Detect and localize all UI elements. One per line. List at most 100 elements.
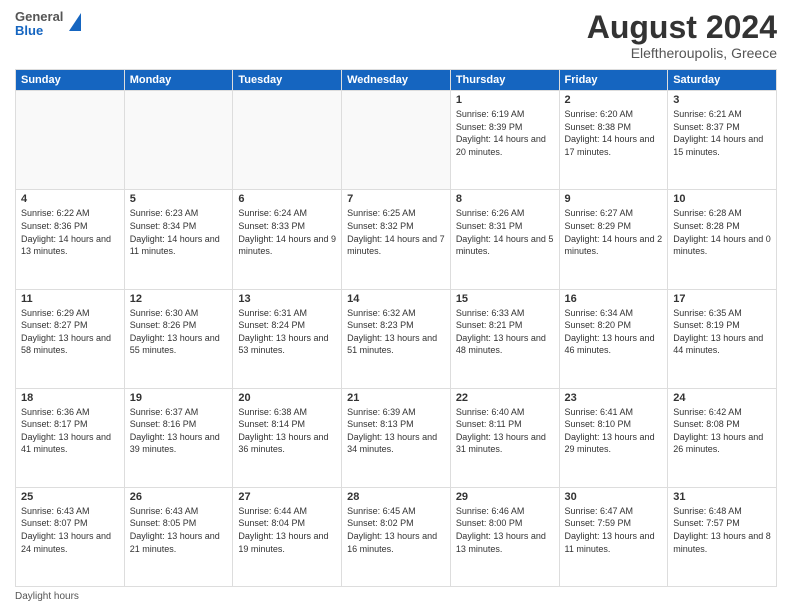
day-number: 21 [347, 392, 445, 404]
day-info: Sunrise: 6:37 AM Sunset: 8:16 PM Dayligh… [130, 406, 228, 456]
day-info: Sunrise: 6:35 AM Sunset: 8:19 PM Dayligh… [673, 307, 771, 357]
weekday-header-wednesday: Wednesday [342, 70, 451, 91]
weekday-header-tuesday: Tuesday [233, 70, 342, 91]
calendar-cell: 15 Sunrise: 6:33 AM Sunset: 8:21 PM Dayli… [450, 289, 559, 388]
calendar-week-5: 25 Sunrise: 6:43 AM Sunset: 8:07 PM Dayli… [16, 487, 777, 586]
day-info: Sunrise: 6:31 AM Sunset: 8:24 PM Dayligh… [238, 307, 336, 357]
logo-triangle-icon [69, 13, 81, 31]
day-number: 7 [347, 193, 445, 205]
calendar-table: SundayMondayTuesdayWednesdayThursdayFrid… [15, 69, 777, 587]
calendar-cell: 29Sunrise: 6:46 AM Sunset: 8:00 PM Dayli… [450, 487, 559, 586]
calendar-cell: 8 Sunrise: 6:26 AM Sunset: 8:31 PM Daylig… [450, 190, 559, 289]
calendar-cell: 14 Sunrise: 6:32 AM Sunset: 8:23 PM Dayli… [342, 289, 451, 388]
day-info: Sunrise: 6:45 AM Sunset: 8:02 PM Dayligh… [347, 505, 445, 555]
calendar-cell: 3 Sunrise: 6:21 AM Sunset: 8:37 PM Daylig… [668, 91, 777, 190]
day-number: 20 [238, 392, 336, 404]
day-info: Sunrise: 6:38 AM Sunset: 8:14 PM Dayligh… [238, 406, 336, 456]
day-info: Sunrise: 6:33 AM Sunset: 8:21 PM Dayligh… [456, 307, 554, 357]
calendar-cell: 17Sunrise: 6:35 AM Sunset: 8:19 PM Dayli… [668, 289, 777, 388]
day-number: 27 [238, 491, 336, 503]
day-number: 15 [456, 293, 554, 305]
day-number: 10 [673, 193, 771, 205]
day-info: Sunrise: 6:34 AM Sunset: 8:20 PM Dayligh… [565, 307, 663, 357]
day-info: Sunrise: 6:23 AM Sunset: 8:34 PM Dayligh… [130, 207, 228, 257]
day-info: Sunrise: 6:25 AM Sunset: 8:32 PM Dayligh… [347, 207, 445, 257]
calendar-cell: 12Sunrise: 6:30 AM Sunset: 8:26 PM Dayli… [124, 289, 233, 388]
day-number: 25 [21, 491, 119, 503]
day-number: 26 [130, 491, 228, 503]
calendar-cell: 4Sunrise: 6:22 AM Sunset: 8:36 PM Daylig… [16, 190, 125, 289]
logo-text: General Blue [15, 10, 63, 39]
day-number: 2 [565, 94, 663, 106]
day-number: 23 [565, 392, 663, 404]
day-info: Sunrise: 6:42 AM Sunset: 8:08 PM Dayligh… [673, 406, 771, 456]
calendar-cell: 31 Sunrise: 6:48 AM Sunset: 7:57 PM Dayli… [668, 487, 777, 586]
day-info: Sunrise: 6:41 AM Sunset: 8:10 PM Dayligh… [565, 406, 663, 456]
calendar-cell: 20 Sunrise: 6:38 AM Sunset: 8:14 PM Dayli… [233, 388, 342, 487]
weekday-header-thursday: Thursday [450, 70, 559, 91]
calendar-title: August 2024 [587, 10, 777, 45]
day-number: 30 [565, 491, 663, 503]
day-number: 22 [456, 392, 554, 404]
day-number: 3 [673, 94, 771, 106]
calendar-cell: 7 Sunrise: 6:25 AM Sunset: 8:32 PM Daylig… [342, 190, 451, 289]
calendar-cell: 19 Sunrise: 6:37 AM Sunset: 8:16 PM Dayli… [124, 388, 233, 487]
day-number: 14 [347, 293, 445, 305]
calendar-cell: 1Sunrise: 6:19 AM Sunset: 8:39 PM Daylig… [450, 91, 559, 190]
day-info: Sunrise: 6:30 AM Sunset: 8:26 PM Dayligh… [130, 307, 228, 357]
day-number: 11 [21, 293, 119, 305]
day-number: 28 [347, 491, 445, 503]
day-info: Sunrise: 6:36 AM Sunset: 8:17 PM Dayligh… [21, 406, 119, 456]
calendar-cell: 25 Sunrise: 6:43 AM Sunset: 8:07 PM Dayli… [16, 487, 125, 586]
calendar-week-2: 4Sunrise: 6:22 AM Sunset: 8:36 PM Daylig… [16, 190, 777, 289]
calendar-cell: 21 Sunrise: 6:39 AM Sunset: 8:13 PM Dayli… [342, 388, 451, 487]
day-number: 4 [21, 193, 119, 205]
day-info: Sunrise: 6:48 AM Sunset: 7:57 PM Dayligh… [673, 505, 771, 555]
calendar-cell: 16 Sunrise: 6:34 AM Sunset: 8:20 PM Dayli… [559, 289, 668, 388]
calendar-cell: 10 Sunrise: 6:28 AM Sunset: 8:28 PM Dayli… [668, 190, 777, 289]
day-number: 29 [456, 491, 554, 503]
calendar-week-4: 18Sunrise: 6:36 AM Sunset: 8:17 PM Dayli… [16, 388, 777, 487]
day-number: 1 [456, 94, 554, 106]
day-number: 16 [565, 293, 663, 305]
calendar-cell: 5Sunrise: 6:23 AM Sunset: 8:34 PM Daylig… [124, 190, 233, 289]
calendar-cell: 27Sunrise: 6:44 AM Sunset: 8:04 PM Dayli… [233, 487, 342, 586]
day-number: 9 [565, 193, 663, 205]
calendar-cell: 18Sunrise: 6:36 AM Sunset: 8:17 PM Dayli… [16, 388, 125, 487]
day-number: 31 [673, 491, 771, 503]
calendar-cell: 13 Sunrise: 6:31 AM Sunset: 8:24 PM Dayli… [233, 289, 342, 388]
day-info: Sunrise: 6:39 AM Sunset: 8:13 PM Dayligh… [347, 406, 445, 456]
calendar-cell: 22 Sunrise: 6:40 AM Sunset: 8:11 PM Dayli… [450, 388, 559, 487]
day-number: 24 [673, 392, 771, 404]
day-info: Sunrise: 6:32 AM Sunset: 8:23 PM Dayligh… [347, 307, 445, 357]
weekday-header-monday: Monday [124, 70, 233, 91]
day-info: Sunrise: 6:47 AM Sunset: 7:59 PM Dayligh… [565, 505, 663, 555]
title-block: August 2024 Eleftheroupolis, Greece [587, 10, 777, 61]
calendar-week-1: 1Sunrise: 6:19 AM Sunset: 8:39 PM Daylig… [16, 91, 777, 190]
calendar-cell: 26 Sunrise: 6:43 AM Sunset: 8:05 PM Dayli… [124, 487, 233, 586]
page: General Blue August 2024 Eleftheroupolis… [0, 0, 792, 612]
calendar-cell: 24 Sunrise: 6:42 AM Sunset: 8:08 PM Dayli… [668, 388, 777, 487]
calendar-cell [16, 91, 125, 190]
day-info: Sunrise: 6:29 AM Sunset: 8:27 PM Dayligh… [21, 307, 119, 357]
day-info: Sunrise: 6:26 AM Sunset: 8:31 PM Dayligh… [456, 207, 554, 257]
day-info: Sunrise: 6:43 AM Sunset: 8:07 PM Dayligh… [21, 505, 119, 555]
calendar-cell: 6Sunrise: 6:24 AM Sunset: 8:33 PM Daylig… [233, 190, 342, 289]
weekday-header-saturday: Saturday [668, 70, 777, 91]
calendar-cell: 23 Sunrise: 6:41 AM Sunset: 8:10 PM Dayli… [559, 388, 668, 487]
day-number: 19 [130, 392, 228, 404]
day-info: Sunrise: 6:28 AM Sunset: 8:28 PM Dayligh… [673, 207, 771, 257]
calendar-location: Eleftheroupolis, Greece [587, 45, 777, 61]
day-info: Sunrise: 6:43 AM Sunset: 8:05 PM Dayligh… [130, 505, 228, 555]
calendar-cell [124, 91, 233, 190]
day-info: Sunrise: 6:21 AM Sunset: 8:37 PM Dayligh… [673, 108, 771, 158]
calendar-cell [342, 91, 451, 190]
day-info: Sunrise: 6:40 AM Sunset: 8:11 PM Dayligh… [456, 406, 554, 456]
calendar-cell: 11 Sunrise: 6:29 AM Sunset: 8:27 PM Dayli… [16, 289, 125, 388]
day-number: 8 [456, 193, 554, 205]
weekday-header-sunday: Sunday [16, 70, 125, 91]
calendar-cell: 9Sunrise: 6:27 AM Sunset: 8:29 PM Daylig… [559, 190, 668, 289]
day-number: 13 [238, 293, 336, 305]
day-info: Sunrise: 6:24 AM Sunset: 8:33 PM Dayligh… [238, 207, 336, 257]
logo-general: General [15, 10, 63, 24]
